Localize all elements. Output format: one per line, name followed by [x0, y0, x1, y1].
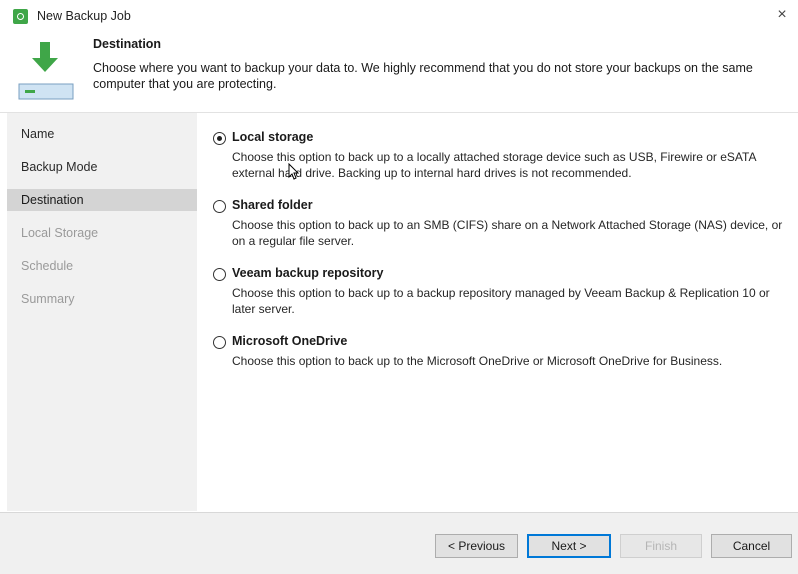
new-backup-job-window: New Backup Job × Destination Choose wher… [0, 0, 798, 574]
close-icon[interactable]: × [772, 5, 792, 25]
veeam-app-icon [13, 9, 28, 24]
page-description: Choose where you want to backup your dat… [93, 61, 753, 91]
nav-step-schedule: Schedule [21, 259, 74, 273]
wizard-steps-nav: Name Backup Mode Destination Local Stora… [7, 113, 197, 511]
option-description: Choose this option to back up to the Mic… [232, 354, 723, 368]
title-bar: New Backup Job × [0, 0, 798, 32]
nav-step-local-storage: Local Storage [21, 226, 99, 240]
cancel-button[interactable]: Cancel [711, 534, 792, 558]
finish-button: Finish [620, 534, 702, 558]
wizard-header: Destination Choose where you want to bac… [0, 32, 798, 113]
option-description: Choose this option to back up to a backu… [232, 286, 770, 316]
option-description: Choose this option to back up to an SMB … [232, 218, 783, 248]
previous-button[interactable]: < Previous [435, 534, 518, 558]
nav-step-name[interactable]: Name [7, 123, 197, 145]
radio-microsoft-onedrive[interactable] [213, 336, 226, 349]
nav-step-destination[interactable]: Destination [7, 189, 197, 211]
mouse-cursor-icon [288, 163, 300, 180]
option-description: Choose this option to back up to a local… [232, 150, 756, 180]
nav-step-backup-mode[interactable]: Backup Mode [7, 156, 197, 178]
radio-local-storage[interactable] [213, 132, 226, 145]
download-arrow-drive-icon [18, 42, 74, 100]
option-label[interactable]: Local storage [232, 130, 313, 144]
option-label[interactable]: Shared folder [232, 198, 313, 212]
window-title: New Backup Job [37, 9, 131, 23]
wizard-footer: < Previous Next > Finish Cancel [0, 512, 798, 574]
nav-step-summary: Summary [21, 292, 75, 306]
next-button[interactable]: Next > [527, 534, 611, 558]
page-title: Destination [93, 37, 162, 51]
option-label[interactable]: Veeam backup repository [232, 266, 383, 280]
option-label[interactable]: Microsoft OneDrive [232, 334, 347, 348]
radio-shared-folder[interactable] [213, 200, 226, 213]
radio-veeam-backup-repository[interactable] [213, 268, 226, 281]
